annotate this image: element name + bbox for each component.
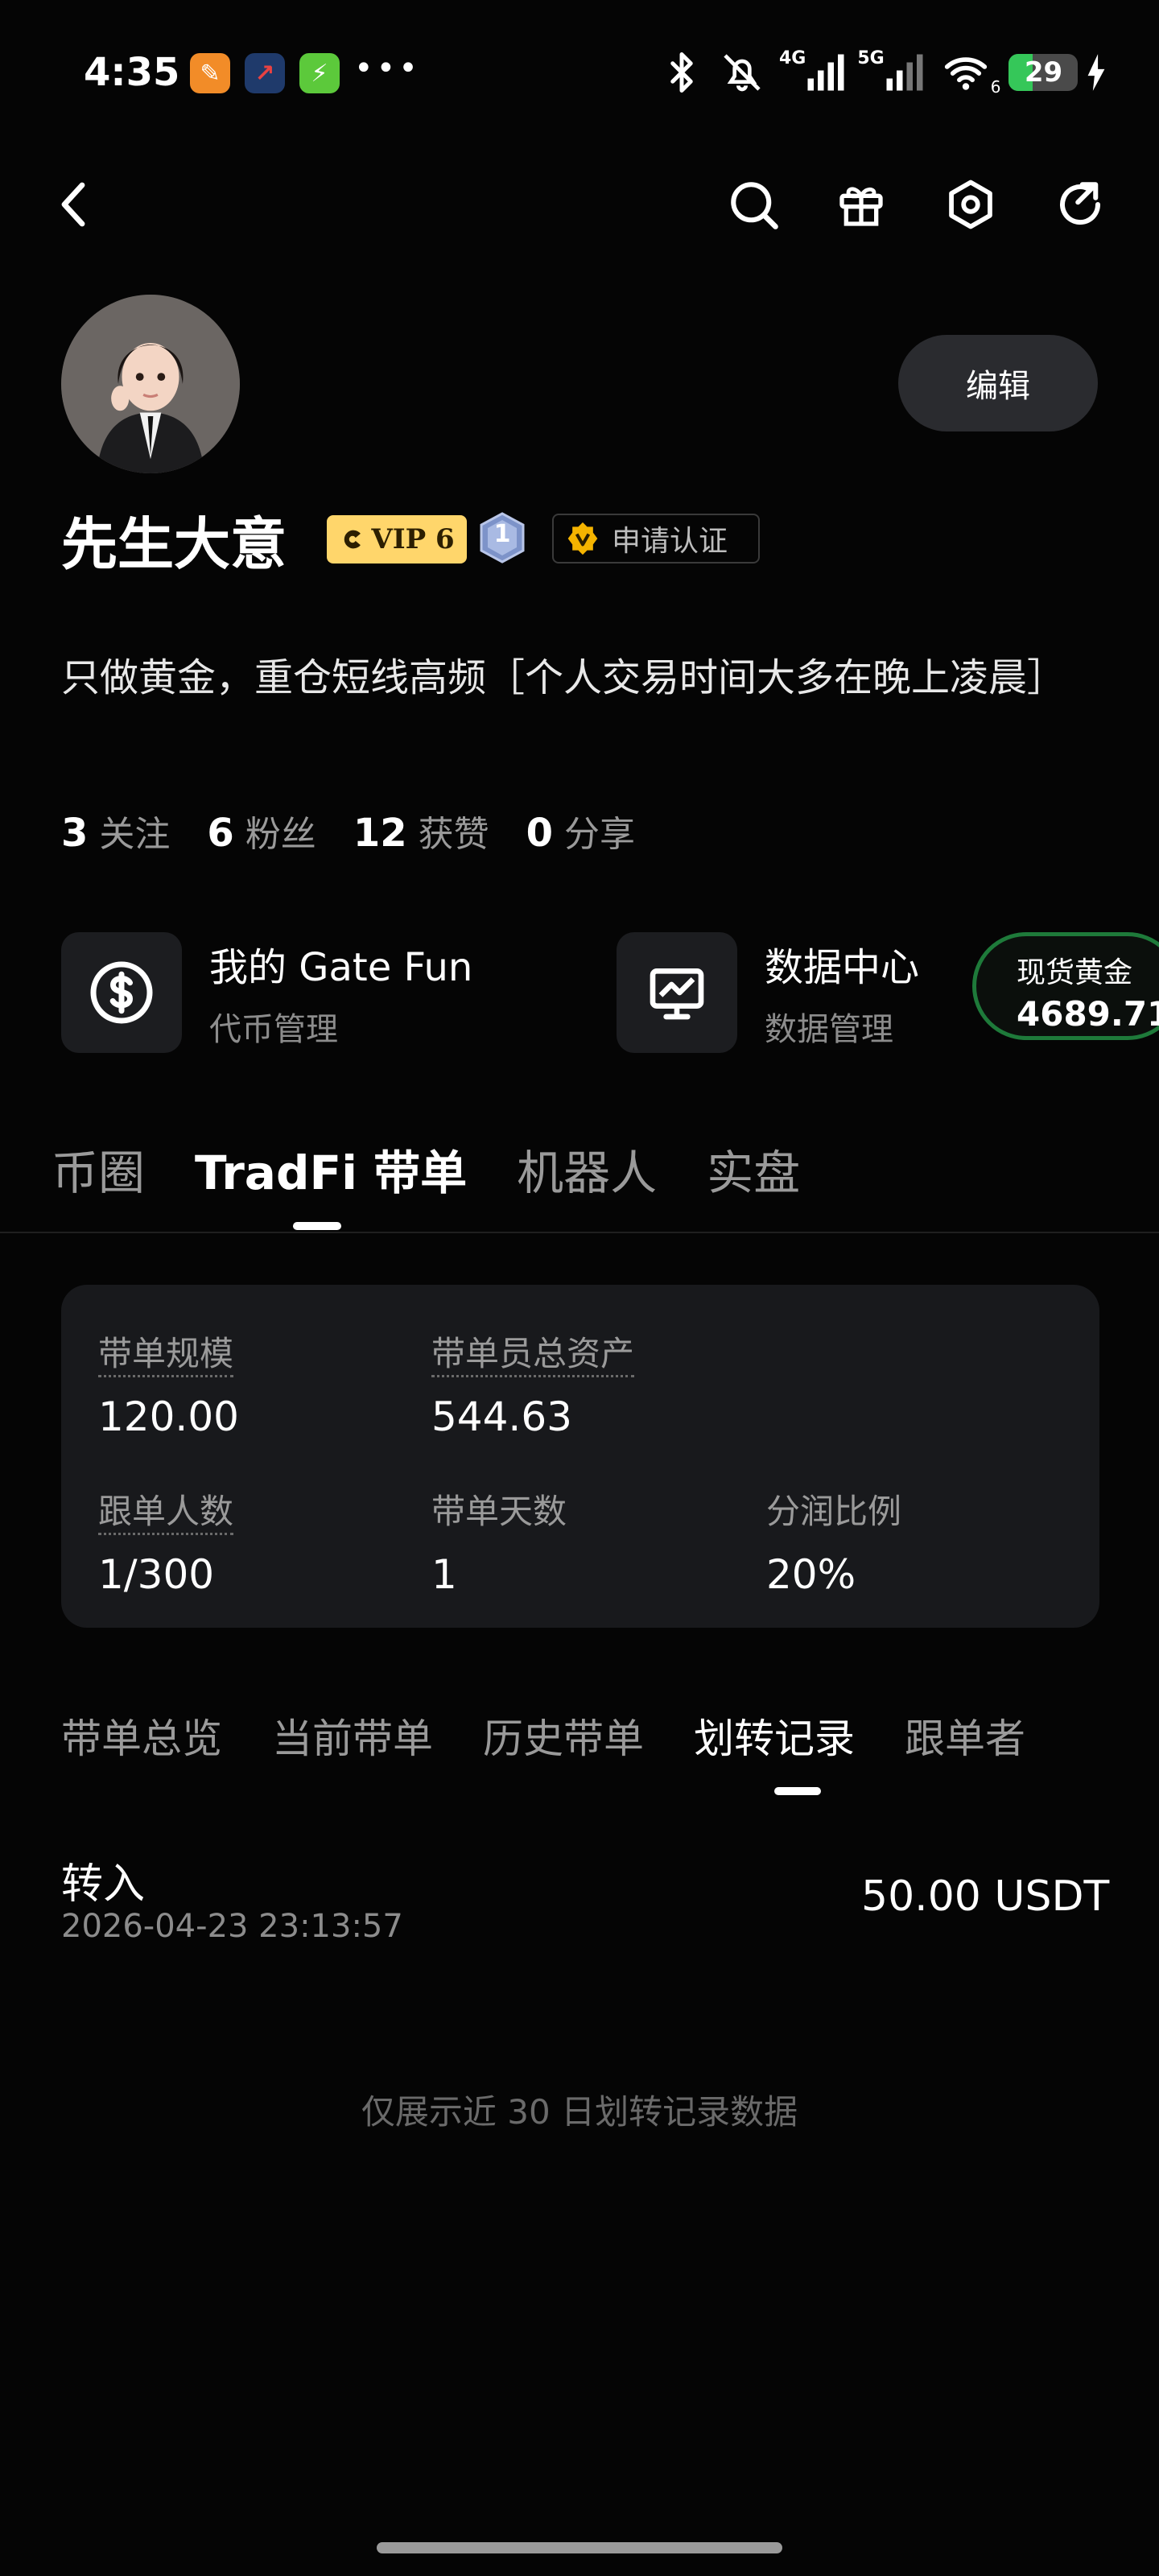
- verified-v-icon: [567, 522, 598, 555]
- charging-app-icon: ⚡: [299, 53, 340, 93]
- leader-assets-value: 544.63: [431, 1393, 572, 1440]
- vip-label: VIP 6: [371, 523, 455, 555]
- network-5g-label: 5G: [857, 48, 885, 68]
- data-center-entry[interactable]: 数据中心 数据管理: [617, 932, 919, 1053]
- tabs-divider: [0, 1232, 1159, 1233]
- battery-icon: 29: [1008, 54, 1079, 91]
- subtab-history[interactable]: 历史带单: [483, 1707, 644, 1765]
- verify-label: 申请认证: [612, 525, 728, 558]
- main-tab-indicator: [293, 1222, 341, 1230]
- gate-fun-title: 我的 Gate Fun: [209, 945, 473, 990]
- followers-count[interactable]: 6: [207, 811, 233, 856]
- gold-ticker-label: 现货黄金: [1017, 956, 1133, 989]
- followers-num-label[interactable]: 跟单人数: [98, 1492, 234, 1535]
- signal-4g-icon: [807, 54, 844, 91]
- scale-label[interactable]: 带单规模: [98, 1334, 234, 1377]
- signal-5g-icon: [886, 54, 923, 91]
- subtab-overview[interactable]: 带单总览: [61, 1707, 222, 1765]
- share-button[interactable]: [1048, 172, 1112, 237]
- days-label: 带单天数: [431, 1492, 567, 1531]
- back-button[interactable]: [42, 172, 106, 237]
- vip-badge[interactable]: VIP 6: [327, 515, 467, 564]
- level-number: 1: [493, 520, 511, 548]
- vip-logo-icon: [344, 530, 361, 549]
- dollar-circle-icon: [90, 961, 153, 1024]
- profit-share-value: 20%: [766, 1551, 856, 1598]
- profile-stats: 3 关注 6 粉丝 12 获赞 0 分享: [61, 805, 672, 857]
- summary-leader-assets: 带单员总资产 544.63: [431, 1327, 635, 1440]
- likes-label: 获赞: [418, 814, 489, 855]
- gold-price-ticker[interactable]: 现货黄金 4689.71: [972, 932, 1159, 1040]
- transfer-time: 2026-04-23 23:13:57: [61, 1908, 403, 1945]
- following-label[interactable]: 关注: [99, 805, 170, 857]
- tab-live[interactable]: 实盘: [707, 1135, 800, 1203]
- sub-tabs: 带单总览 当前带单 历史带单 划转记录 跟单者: [61, 1707, 1075, 1765]
- hexagon-settings-icon: [949, 180, 992, 229]
- share-arrow-icon: [1059, 182, 1101, 225]
- home-indicator[interactable]: [377, 2542, 782, 2553]
- records-note: 仅展示近 30 日划转记录数据: [361, 2092, 798, 2132]
- shares-label: 分享: [564, 814, 636, 855]
- gold-ticker-price: 4689.71: [1017, 994, 1159, 1034]
- subtab-indicator: [774, 1787, 821, 1795]
- days-value: 1: [431, 1551, 457, 1598]
- subtab-transfers[interactable]: 划转记录: [694, 1707, 855, 1765]
- bluetooth-icon: [670, 52, 693, 93]
- tab-bots[interactable]: 机器人: [517, 1135, 657, 1203]
- tab-crypto[interactable]: 币圈: [52, 1135, 145, 1203]
- subtab-followers[interactable]: 跟单者: [905, 1707, 1025, 1765]
- search-icon: [731, 182, 778, 229]
- app-notification-icon: ✎: [190, 53, 230, 93]
- battery-level: 29: [1024, 56, 1063, 89]
- summary-profit-share: 分润比例 20%: [766, 1484, 901, 1598]
- settings-button[interactable]: [938, 172, 1003, 237]
- chevron-left-icon: [61, 182, 85, 227]
- gift-icon: [839, 187, 883, 226]
- chart-app-icon: ↗: [245, 53, 285, 93]
- search-button[interactable]: [721, 172, 786, 237]
- wifi-sub-label: 6: [990, 77, 1001, 97]
- summary-followers: 跟单人数 1/300: [98, 1484, 234, 1598]
- avatar-image: [61, 295, 240, 473]
- followers-label[interactable]: 粉丝: [245, 805, 316, 857]
- subtab-current[interactable]: 当前带单: [272, 1707, 433, 1765]
- gift-button[interactable]: [829, 172, 893, 237]
- avatar[interactable]: [61, 295, 240, 473]
- gate-fun-entry[interactable]: 我的 Gate Fun 代币管理: [61, 932, 472, 1053]
- leader-assets-label[interactable]: 带单员总资产: [431, 1334, 635, 1377]
- status-right-group: 4G 5G 6 29: [660, 48, 1108, 97]
- profile-bio: 只做黄金，重仓短线高频［个人交易时间大多在晚上凌晨］: [61, 655, 1066, 700]
- mute-icon: [724, 54, 761, 92]
- transfer-amount: 50.00 USDT: [861, 1872, 1110, 1921]
- tab-tradfi-copy[interactable]: TradFi 带单: [195, 1135, 467, 1203]
- chart-monitor-icon: [650, 968, 704, 1020]
- following-count[interactable]: 3: [61, 811, 88, 856]
- data-center-subtitle: 数据管理: [765, 1011, 893, 1048]
- followers-num-value: 1/300: [98, 1551, 215, 1598]
- verify-badge[interactable]: 申请认证: [552, 514, 760, 564]
- likes-count: 12: [353, 811, 407, 856]
- gate-fun-icon-box: [61, 932, 182, 1053]
- status-time: 4:35: [84, 50, 180, 95]
- edit-profile-button[interactable]: 编辑: [898, 335, 1098, 431]
- gate-fun-subtitle: 代币管理: [209, 1011, 338, 1048]
- main-tabs: 币圈 TradFi 带单 机器人 实盘: [52, 1135, 850, 1203]
- summary-days: 带单天数 1: [431, 1484, 567, 1598]
- profit-share-label: 分润比例: [766, 1492, 902, 1531]
- wifi-icon: [944, 57, 987, 90]
- network-4g-label: 4G: [779, 48, 806, 68]
- username: 先生大意: [61, 511, 287, 577]
- copy-trading-summary-card: 带单规模 120.00 带单员总资产 544.63 跟单人数 1/300 带单天…: [61, 1285, 1099, 1628]
- transfer-type: 转入: [61, 1860, 146, 1909]
- level-badge[interactable]: 1: [480, 512, 525, 564]
- scale-value: 120.00: [98, 1393, 239, 1440]
- data-center-title: 数据中心: [765, 945, 920, 990]
- charging-bolt-icon: [1088, 54, 1105, 91]
- more-notifications-icon: •••: [354, 50, 421, 87]
- data-center-icon-box: [617, 932, 737, 1053]
- shares-count: 0: [526, 811, 554, 856]
- summary-scale: 带单规模 120.00: [98, 1327, 239, 1440]
